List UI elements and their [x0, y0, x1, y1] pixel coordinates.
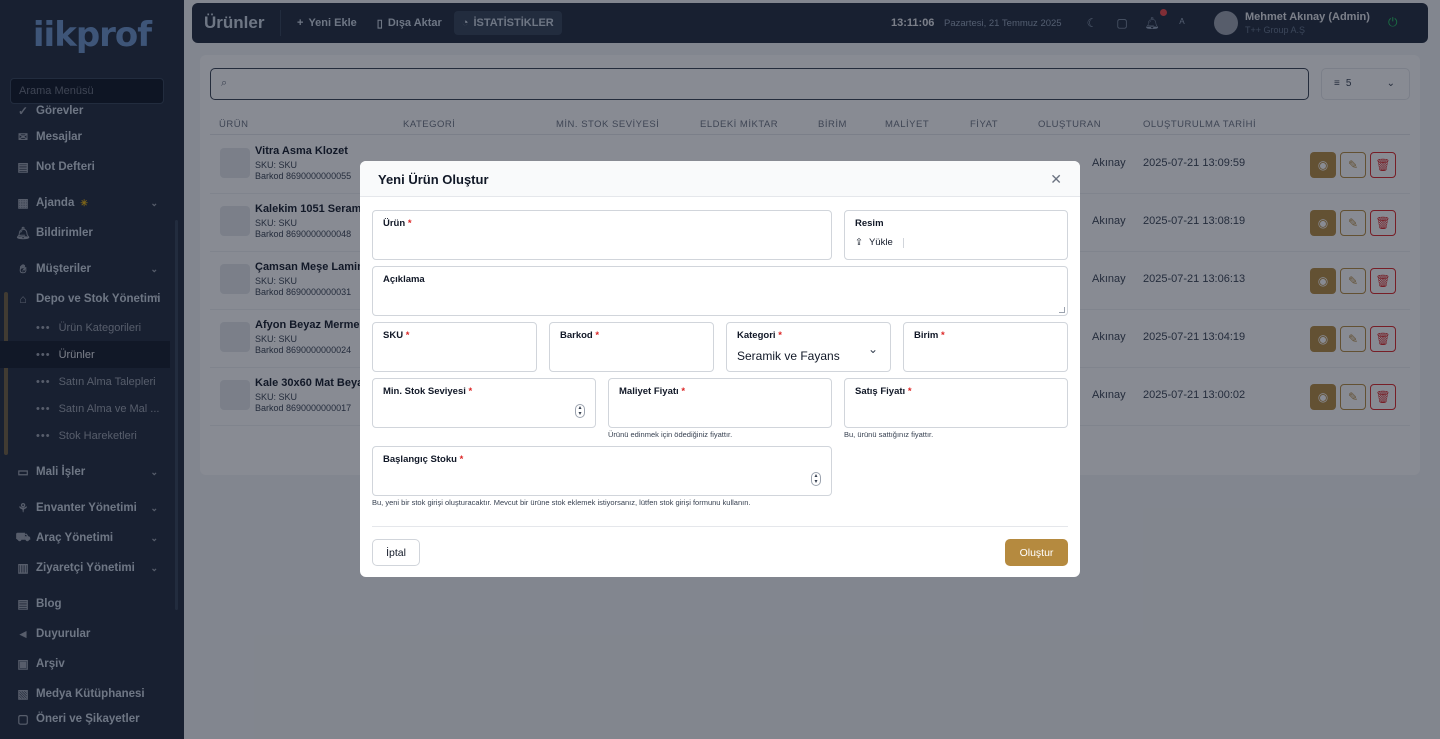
- cost-hint: Ürünü edinmek için ödediğiniz fiyattır.: [608, 430, 733, 439]
- create-button[interactable]: Oluştur: [1005, 539, 1068, 566]
- modal-title: Yeni Ürün Oluştur: [378, 172, 489, 187]
- initial-stock-hint: Bu, yeni bir stok girişi oluşturacaktır.…: [372, 498, 751, 507]
- category-value: Seramik ve Fayans: [737, 349, 840, 363]
- chevron-down-icon: ⌄: [867, 342, 878, 356]
- resize-handle[interactable]: [1059, 307, 1065, 313]
- create-product-modal: Yeni Ürün Oluştur ✕ Ürün * Resim ⇪ Yükle …: [360, 161, 1080, 577]
- initial-stock-field[interactable]: Başlangıç Stoku * ▴ ▾: [372, 446, 832, 496]
- upload-button[interactable]: ⇪ Yükle: [855, 237, 904, 248]
- sku-field[interactable]: SKU *: [372, 322, 537, 372]
- sale-hint: Bu, ürünü sattığınız fiyattır.: [844, 430, 934, 439]
- cancel-button[interactable]: İptal: [372, 539, 420, 566]
- unit-field[interactable]: Birim *: [903, 322, 1068, 372]
- min-stock-field[interactable]: Min. Stok Seviyesi * ▴ ▾: [372, 378, 596, 428]
- sale-price-field[interactable]: Satış Fiyatı *: [844, 378, 1068, 428]
- category-select[interactable]: Kategori * Seramik ve Fayans ⌄: [726, 322, 891, 372]
- modal-header: Yeni Ürün Oluştur ✕: [360, 161, 1080, 197]
- upload-icon: ⇪: [855, 237, 863, 248]
- product-name-field[interactable]: Ürün *: [372, 210, 832, 260]
- image-upload-field[interactable]: Resim ⇪ Yükle: [844, 210, 1068, 260]
- number-stepper[interactable]: ▴ ▾: [575, 404, 585, 418]
- close-icon[interactable]: ✕: [1050, 171, 1062, 188]
- barcode-field[interactable]: Barkod *: [549, 322, 714, 372]
- cost-price-field[interactable]: Maliyet Fiyatı *: [608, 378, 832, 428]
- number-stepper[interactable]: ▴ ▾: [811, 472, 821, 486]
- description-textarea[interactable]: Açıklama: [372, 266, 1068, 316]
